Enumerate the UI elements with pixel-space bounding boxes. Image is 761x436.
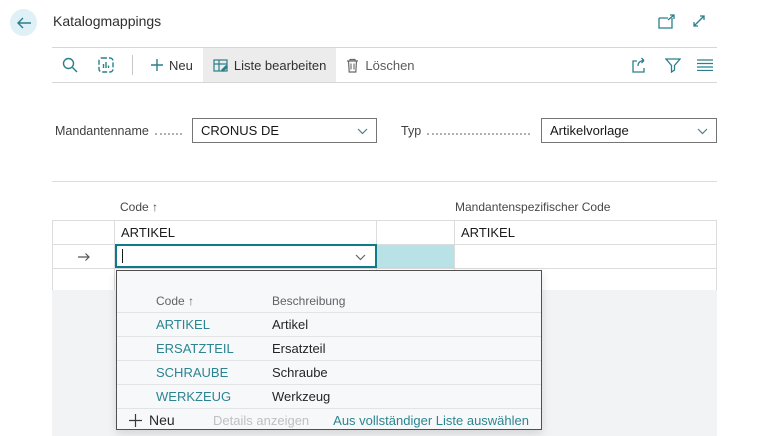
row-selector-cell[interactable] [52, 221, 115, 244]
dropdown-col-desc[interactable]: Beschreibung [272, 294, 541, 308]
dropdown-item[interactable]: ARTIKEL Artikel [117, 313, 541, 337]
page-title: Katalogmappings [53, 13, 162, 29]
back-button[interactable] [10, 9, 37, 36]
dropdown-item[interactable]: ERSATZTEIL Ersatzteil [117, 337, 541, 361]
selected-cell[interactable] [377, 245, 455, 268]
window-controls [658, 13, 707, 29]
select-from-full-list-link[interactable]: Aus vollständiger Liste auswählen [333, 413, 529, 428]
share-icon[interactable] [631, 57, 649, 73]
dropdown-item[interactable]: WERKZEUG Werkzeug [117, 385, 541, 409]
field-typ: Typ [401, 118, 536, 143]
column-header-code[interactable]: Code ↑ [120, 200, 158, 214]
search-icon[interactable] [52, 48, 88, 82]
expand-icon[interactable] [691, 13, 707, 29]
table-row[interactable]: ARTIKEL ARTIKEL [52, 221, 717, 245]
row-selector-cell[interactable] [52, 269, 115, 290]
dropdown-item[interactable]: SCHRAUBE Schraube [117, 361, 541, 385]
field-mandantenname: Mandantenname [55, 118, 188, 143]
dotted-leader [154, 132, 182, 135]
dropdown-new-button[interactable]: Neu [129, 412, 175, 428]
dropdown-footer: Neu Details anzeigen Aus vollständiger L… [117, 410, 541, 430]
delete-button[interactable]: Löschen [336, 48, 424, 82]
action-toolbar: Neu Liste bearbeiten Löschen [52, 47, 717, 83]
mandantenname-label: Mandantenname [55, 123, 149, 138]
row-arrow-icon [77, 252, 91, 262]
text-caret [122, 249, 123, 263]
edit-list-button[interactable]: Liste bearbeiten [202, 48, 337, 82]
back-arrow-icon [16, 17, 32, 29]
mandantenname-value: CRONUS DE [201, 123, 280, 138]
mandantenname-combobox[interactable]: CRONUS DE [192, 118, 377, 143]
toolbar-divider [132, 55, 133, 75]
dotted-leader [427, 132, 530, 135]
chevron-down-icon [697, 128, 708, 135]
dropdown-col-code[interactable]: Code ↑ [156, 294, 272, 308]
column-header-mandant-code[interactable]: Mandantenspezifischer Code [455, 200, 610, 214]
analyze-icon[interactable] [88, 48, 124, 82]
typ-combobox[interactable]: Artikelvorlage [541, 118, 717, 143]
active-row-indicator [52, 245, 115, 268]
mandant-code-cell[interactable] [455, 245, 717, 268]
dropdown-header: Code ↑ Beschreibung [117, 271, 541, 313]
mandant-code-cell[interactable]: ARTIKEL [455, 221, 717, 244]
chevron-down-icon[interactable] [355, 254, 366, 261]
new-button[interactable]: Neu [141, 48, 203, 82]
trash-icon [346, 58, 359, 73]
code-edit-combobox[interactable] [115, 244, 377, 268]
filter-icon[interactable] [665, 57, 681, 73]
typ-label: Typ [401, 123, 422, 138]
plus-icon [129, 413, 142, 427]
section-divider [52, 181, 717, 182]
code-cell[interactable]: ARTIKEL [115, 221, 377, 244]
plus-icon [151, 59, 163, 71]
typ-value: Artikelvorlage [550, 123, 629, 138]
edit-list-icon [213, 58, 228, 73]
code-lookup-dropdown: Code ↑ Beschreibung ARTIKEL Artikel ERSA… [116, 270, 542, 430]
spacer-cell [377, 221, 455, 244]
menu-icon[interactable] [697, 59, 713, 71]
chevron-down-icon [357, 128, 368, 135]
open-in-new-window-icon[interactable] [658, 13, 676, 29]
details-link-disabled: Details anzeigen [213, 412, 310, 428]
